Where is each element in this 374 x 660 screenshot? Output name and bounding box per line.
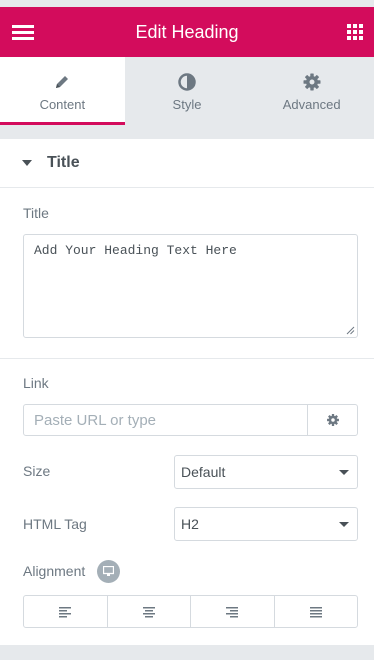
- align-center-icon: [142, 606, 155, 617]
- section-title: Title: [47, 154, 80, 171]
- align-left-icon: [59, 606, 72, 617]
- gear-icon: [303, 73, 321, 91]
- section-title-toggle[interactable]: Title: [0, 139, 374, 188]
- panel-tabs: Content Style Advanced: [0, 57, 374, 125]
- align-justify-icon: [309, 606, 322, 617]
- tab-content-label: Content: [39, 97, 86, 112]
- hamburger-icon[interactable]: [12, 25, 34, 40]
- pencil-icon: [56, 76, 69, 88]
- grid-icon[interactable]: [347, 24, 364, 41]
- size-label: Size: [23, 463, 51, 479]
- gear-icon: [326, 414, 339, 426]
- align-right-button[interactable]: [191, 596, 275, 627]
- tab-style-label: Style: [172, 97, 202, 112]
- link-control: [23, 404, 358, 436]
- monitor-icon: [103, 566, 114, 576]
- half-circle-icon: [178, 73, 196, 91]
- link-options-button[interactable]: [307, 405, 357, 435]
- tab-style[interactable]: Style: [125, 57, 250, 125]
- size-select[interactable]: Default: [174, 455, 358, 489]
- link-url-input[interactable]: [24, 405, 307, 435]
- editor-header: Edit Heading: [0, 7, 374, 57]
- content-panel: Title Title Add Your Heading Text Here L…: [0, 139, 374, 645]
- align-center-button[interactable]: [108, 596, 191, 627]
- html-tag-label: HTML Tag: [23, 516, 87, 532]
- chevron-down-icon: [339, 470, 349, 475]
- tab-content[interactable]: Content: [0, 57, 125, 125]
- title-field-label: Title: [23, 205, 49, 221]
- alignment-label: Alignment: [23, 563, 86, 579]
- caret-down-icon: [22, 160, 32, 166]
- title-textarea[interactable]: Add Your Heading Text Here: [23, 234, 358, 338]
- chevron-down-icon: [339, 522, 349, 527]
- alignment-control: [23, 595, 358, 628]
- resize-grip-icon[interactable]: [346, 326, 355, 335]
- align-left-button[interactable]: [24, 596, 108, 627]
- tab-advanced-label: Advanced: [282, 97, 341, 112]
- align-justify-button[interactable]: [275, 596, 358, 627]
- responsive-desktop-icon[interactable]: [97, 560, 120, 583]
- size-select-value: Default: [181, 464, 226, 480]
- tab-advanced[interactable]: Advanced: [249, 57, 374, 125]
- panel-title: Edit Heading: [135, 21, 239, 42]
- html-tag-select[interactable]: H2: [174, 507, 358, 541]
- align-right-icon: [226, 606, 239, 617]
- divider: [0, 358, 374, 359]
- link-label: Link: [23, 375, 49, 391]
- html-tag-select-value: H2: [181, 516, 199, 532]
